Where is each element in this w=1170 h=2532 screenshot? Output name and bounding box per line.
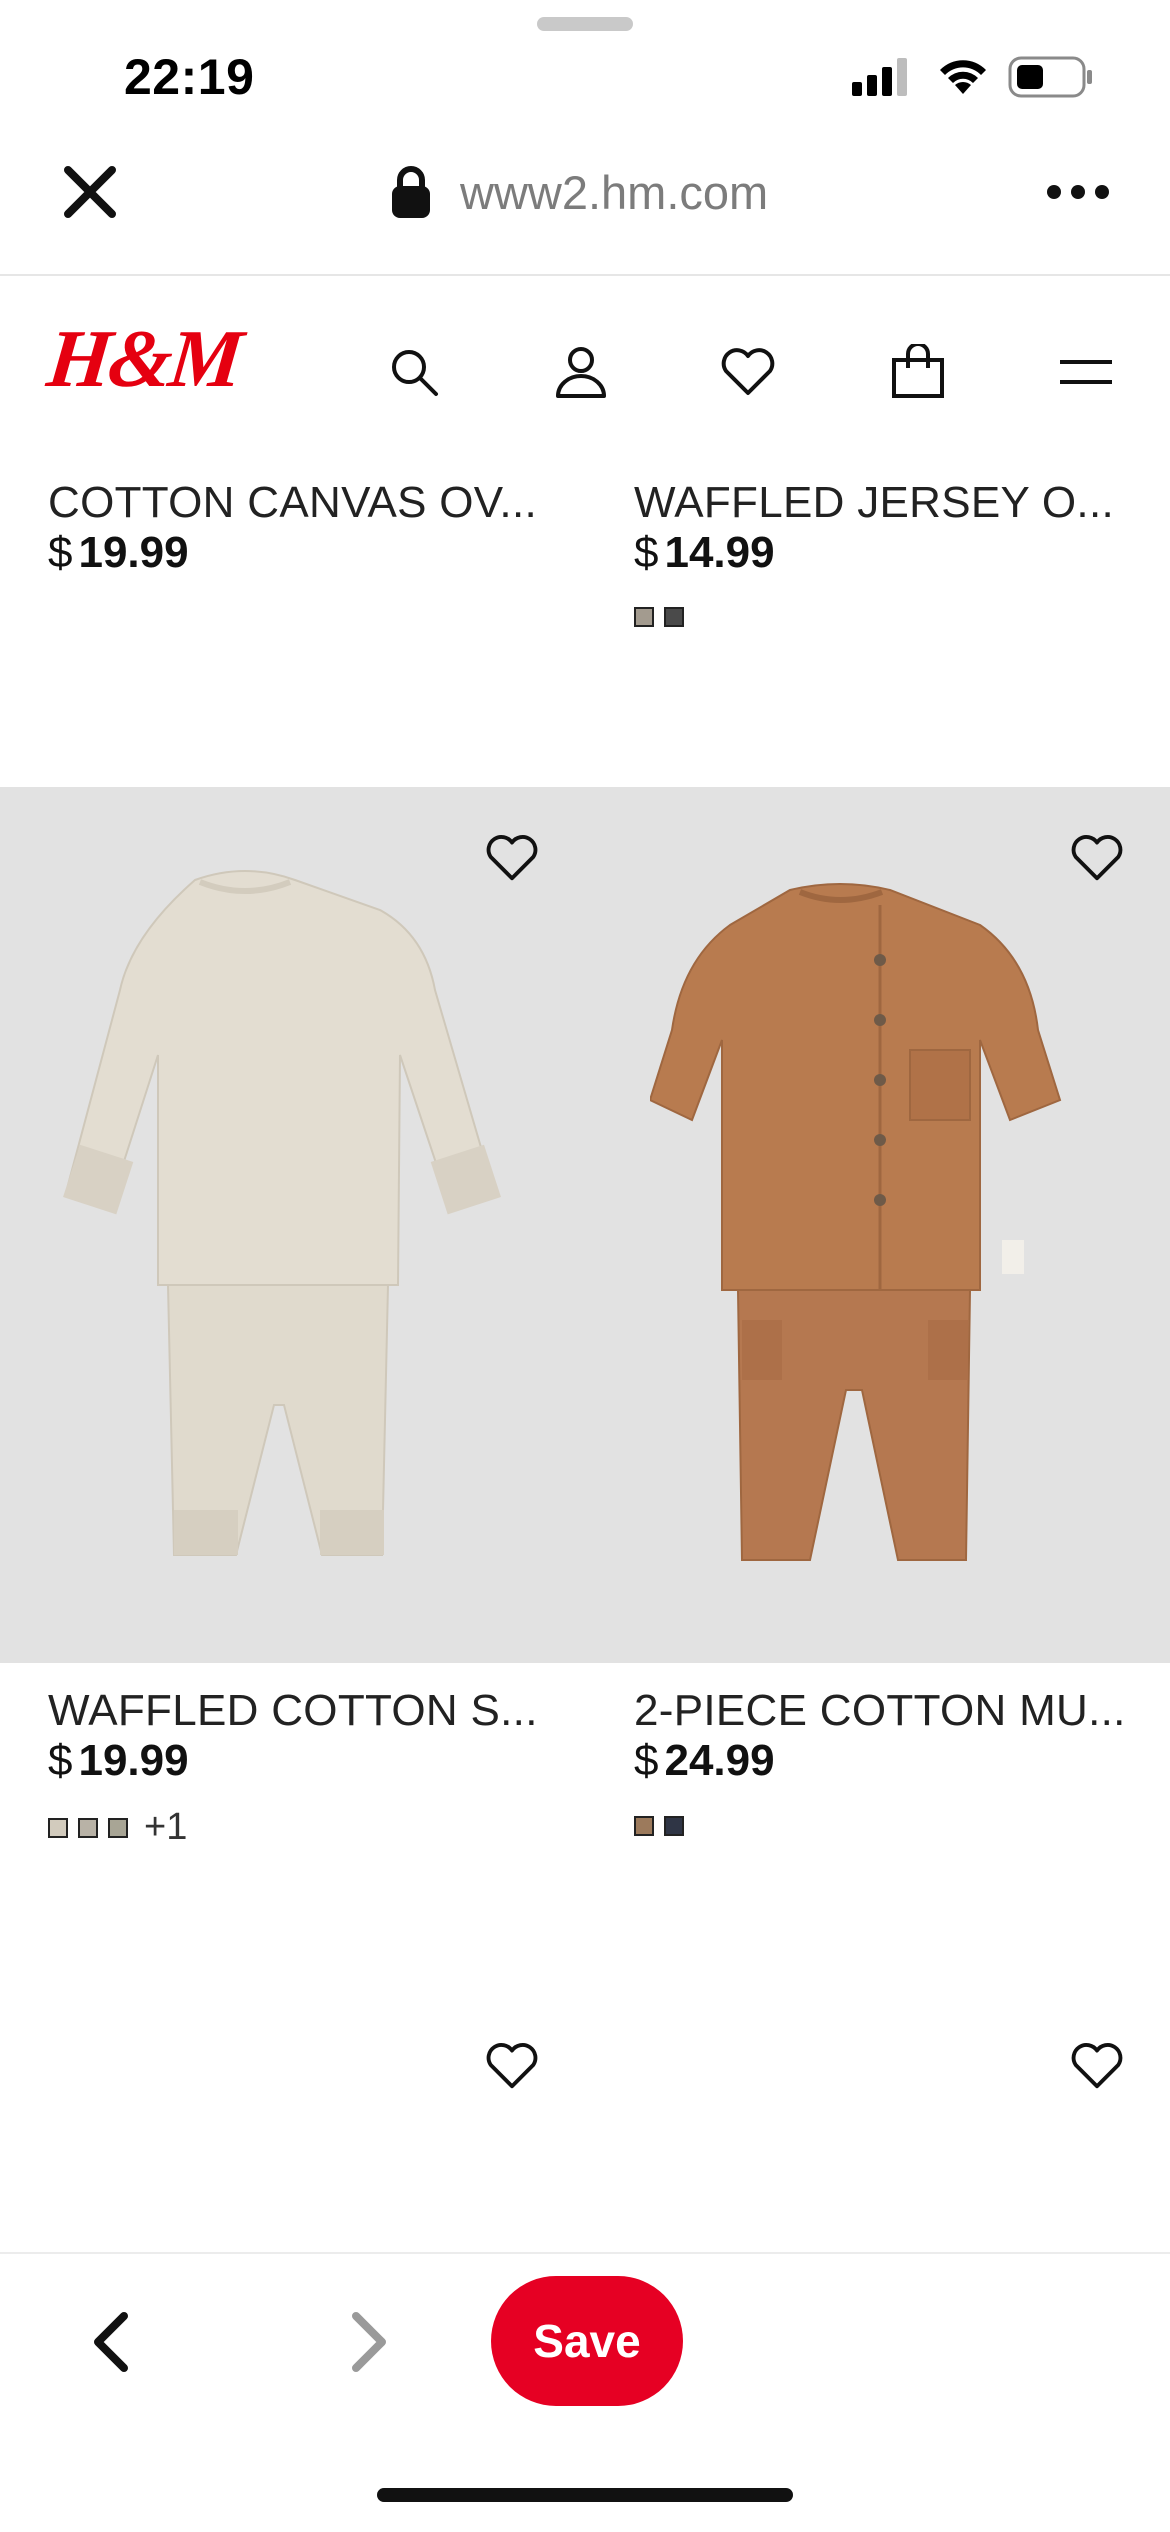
lock-icon — [392, 166, 430, 218]
color-swatch[interactable] — [664, 607, 684, 627]
more-icon[interactable] — [1046, 180, 1110, 204]
product-price: $24.99 — [634, 1736, 775, 1785]
url-text[interactable]: www2.hm.com — [460, 165, 768, 220]
color-swatch[interactable] — [634, 1816, 654, 1836]
color-swatch[interactable] — [634, 607, 654, 627]
status-time: 22:19 — [124, 49, 255, 105]
toolbar-divider — [0, 2252, 1170, 2254]
color-swatch[interactable] — [664, 1816, 684, 1836]
save-button[interactable]: Save — [491, 2276, 683, 2406]
battery-icon — [1008, 56, 1092, 98]
favorites-icon[interactable] — [718, 336, 778, 408]
chrome-divider — [0, 274, 1170, 276]
product-price: $19.99 — [48, 1736, 189, 1785]
product-name[interactable]: WAFFLED JERSEY O... — [634, 478, 1114, 528]
color-swatch[interactable] — [78, 1817, 98, 1838]
product-name[interactable]: COTTON CANVAS OV... — [48, 478, 537, 528]
add-to-favorites-heart-icon[interactable] — [485, 2039, 539, 2093]
product-image-2-piece-cotton-muslin-set[interactable] — [650, 870, 1110, 1570]
chevron-right-icon[interactable] — [344, 2310, 394, 2374]
product-price: $19.99 — [48, 528, 189, 577]
product-name[interactable]: WAFFLED COTTON S... — [48, 1686, 538, 1736]
close-icon[interactable] — [60, 162, 120, 222]
more-colors-count: +1 — [144, 1806, 188, 1848]
signal-icon — [852, 58, 907, 96]
shopping-bag-icon[interactable] — [888, 336, 948, 408]
account-icon[interactable] — [551, 336, 611, 408]
color-swatch[interactable] — [108, 1817, 128, 1838]
menu-icon[interactable] — [1056, 336, 1116, 408]
search-icon[interactable] — [384, 336, 444, 408]
add-to-favorites-heart-icon[interactable] — [485, 831, 539, 885]
product-name[interactable]: 2-PIECE COTTON MU... — [634, 1686, 1126, 1736]
add-to-favorites-heart-icon[interactable] — [1070, 2039, 1124, 2093]
color-swatches: +1 — [48, 1806, 187, 1849]
add-to-favorites-heart-icon[interactable] — [1070, 831, 1124, 885]
hm-logo[interactable]: H&M — [43, 313, 244, 404]
product-image-waffled-cotton-set[interactable] — [40, 860, 540, 1580]
sheet-grabber[interactable] — [537, 17, 633, 31]
color-swatch[interactable] — [48, 1817, 68, 1838]
color-swatches — [634, 607, 684, 627]
product-price: $14.99 — [634, 528, 775, 577]
home-indicator — [377, 2488, 793, 2502]
color-swatches — [634, 1816, 684, 1836]
wifi-icon — [940, 60, 986, 94]
chevron-left-icon[interactable] — [86, 2310, 136, 2374]
